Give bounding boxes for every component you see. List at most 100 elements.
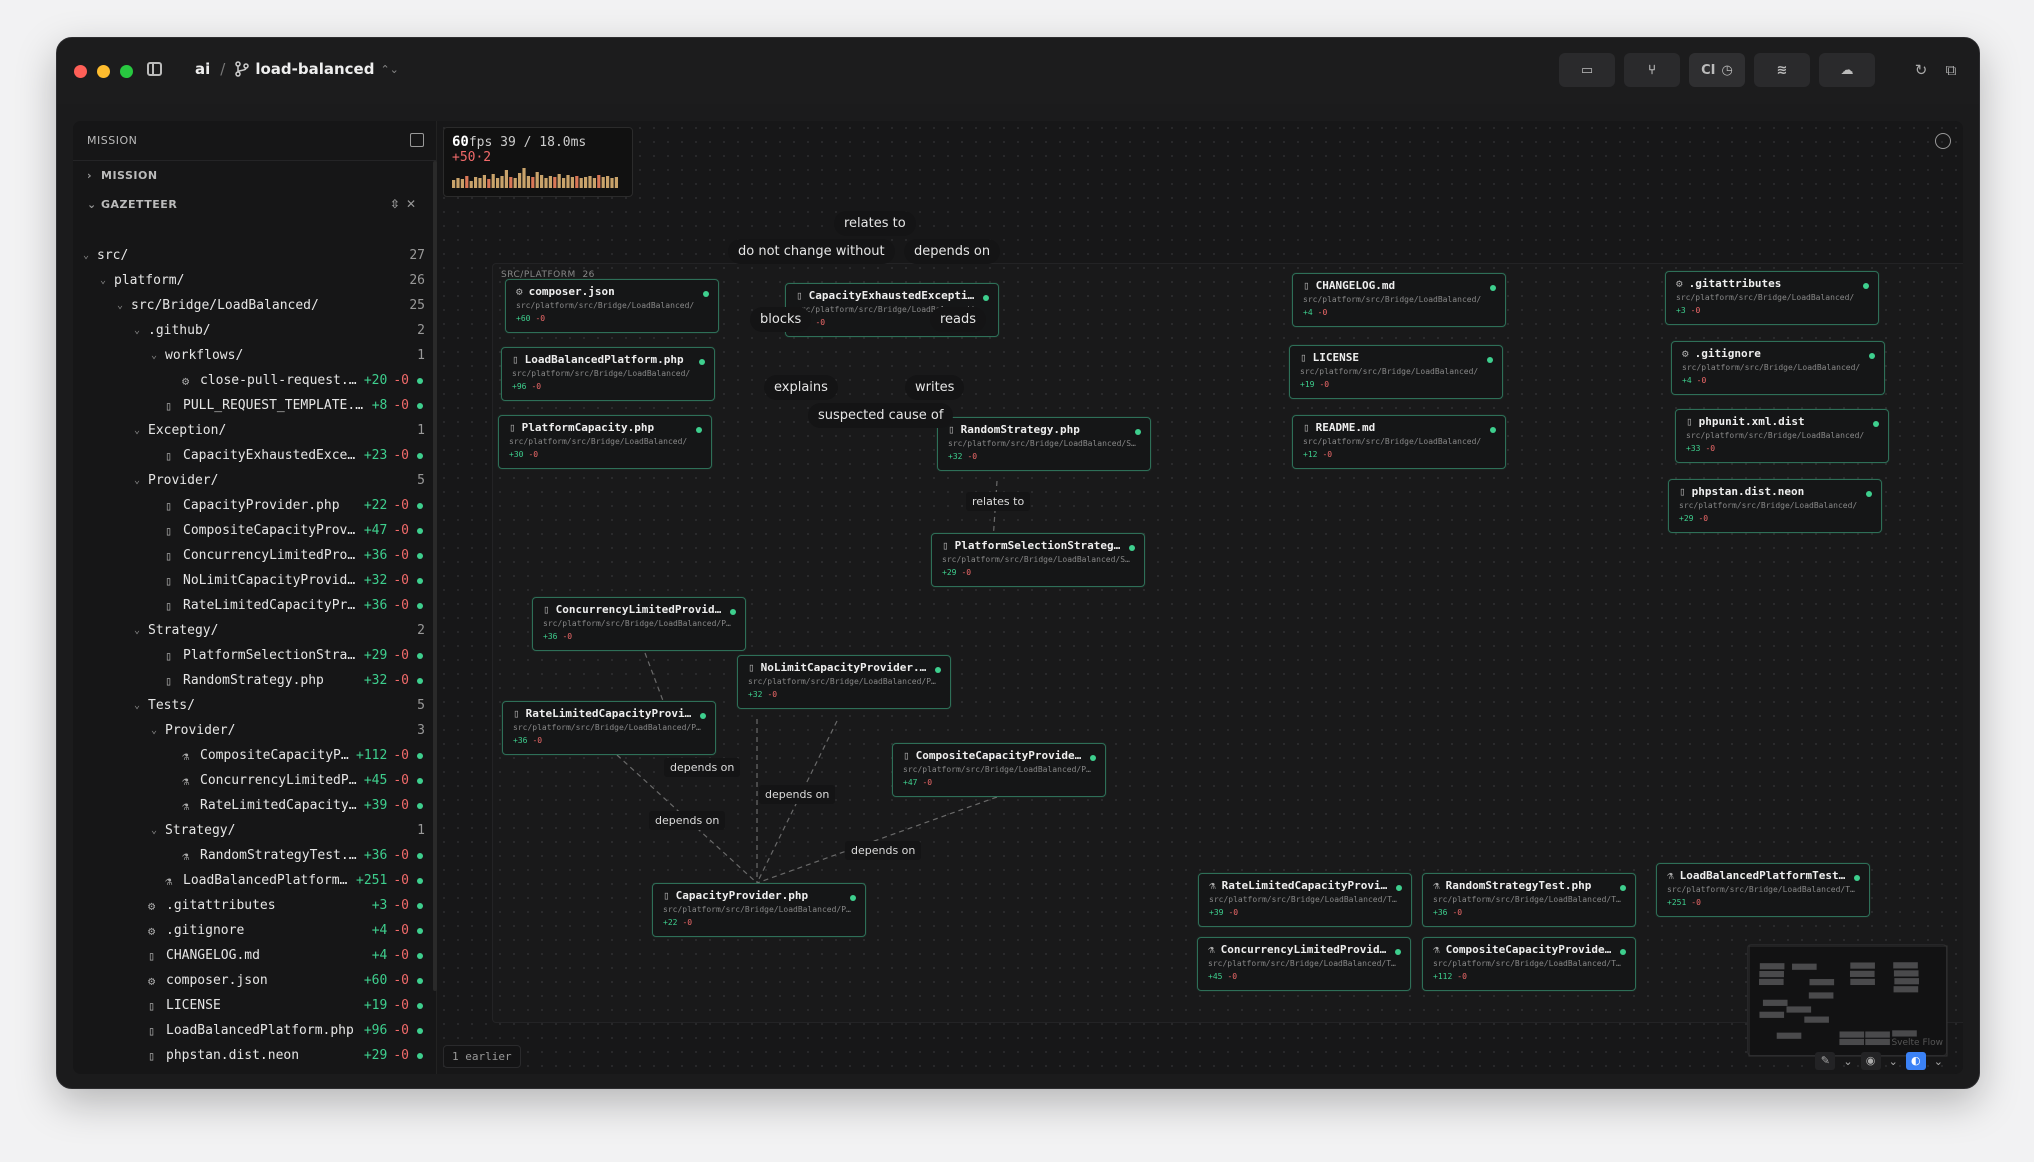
- tree-folder[interactable]: ⌄ Strategy/1: [73, 818, 429, 843]
- tree-folder[interactable]: ⌄ platform/26: [73, 268, 429, 293]
- theme-button[interactable]: ◐: [1905, 1052, 1926, 1070]
- graph-node[interactable]: ⚙ .gitattributes src/platform/src/Bridge/L…: [1665, 271, 1879, 325]
- graph-node[interactable]: ▯ CapacityProvider.php src/platform/src/Br…: [652, 883, 866, 937]
- node-stats: +29 -0: [1679, 514, 1871, 523]
- graph-node[interactable]: ▯ RateLimitedCapacityProvi… src/platform/s…: [502, 701, 716, 755]
- graph-node[interactable]: ▯ NoLimitCapacityProvider.… src/platform/s…: [737, 655, 951, 709]
- graph-node[interactable]: ⚗ RateLimitedCapacityProvi… src/platform/s…: [1198, 873, 1412, 927]
- node-path: src/platform/src/Bridge/LoadBalanced/: [1303, 295, 1482, 304]
- tree-folder[interactable]: ⌄ .github/2: [73, 318, 429, 343]
- graph-node[interactable]: ⚗ RandomStrategyTest.php src/platform/src/…: [1422, 873, 1636, 927]
- tree-file[interactable]: ▯ LICENSE +19 -0: [73, 993, 429, 1018]
- edge-label[interactable]: explains: [764, 375, 838, 400]
- edge-label[interactable]: suspected cause of: [808, 403, 954, 428]
- edge-label[interactable]: writes: [905, 375, 965, 400]
- tree-file[interactable]: ▯ CompositeCapacityProvi… +47 -0: [73, 518, 429, 543]
- tree-file[interactable]: ▯ PlatformSelectionStrat… +29 -0: [73, 643, 429, 668]
- tree-file[interactable]: ⚗ RateLimitedCapacityP… +39 -0: [73, 793, 429, 818]
- tree-folder[interactable]: ⌄ src/27: [73, 243, 429, 268]
- graph-node[interactable]: ⚙ .gitignore src/platform/src/Bridge/LoadB…: [1671, 341, 1885, 395]
- layout-button[interactable]: ◉: [1860, 1052, 1881, 1070]
- tree-file[interactable]: ▯ CapacityExhaustedExcep… +23 -0: [73, 443, 429, 468]
- tree-file[interactable]: ▯ RandomStrategy.php +32 -0: [73, 668, 429, 693]
- chevron-down-icon[interactable]: ⌄: [1934, 1055, 1943, 1068]
- section-mission[interactable]: › MISSION: [73, 161, 436, 190]
- graph-node[interactable]: ▯ phpunit.xml.dist src/platform/src/Bridge…: [1675, 409, 1889, 463]
- collapse-panel-icon[interactable]: [410, 133, 424, 147]
- chevron-down-icon[interactable]: ⌄: [1889, 1055, 1898, 1068]
- tree-file[interactable]: ▯ PULL_REQUEST_TEMPLATE.md +8 -0: [73, 393, 429, 418]
- tree-file[interactable]: ▯ phpunit.xml.dist +33 -0: [73, 1068, 429, 1074]
- section-gazetteer[interactable]: ⌄ GAZETTEER ⇳✕: [73, 190, 436, 219]
- graph-node[interactable]: ⚗ CompositeCapacityProvide… src/platform/s…: [1422, 937, 1636, 991]
- tree-folder[interactable]: ⌄ Exception/1: [73, 418, 429, 443]
- graph-canvas[interactable]: 60fps 39 / 18.0ms +50·2 SRC/PLATFORM 26 …: [437, 121, 1963, 1074]
- tree-folder[interactable]: ⌄ Provider/3: [73, 718, 429, 743]
- chevron-down-icon[interactable]: ⌄: [1843, 1055, 1852, 1068]
- graph-node[interactable]: ⚗ LoadBalancedPlatformTest… src/platform/s…: [1656, 863, 1870, 917]
- tree-file[interactable]: ⚗ RandomStrategyTest.p… +36 -0: [73, 843, 429, 868]
- edge-label[interactable]: depends on: [649, 811, 726, 830]
- tree-file[interactable]: ⚙ close-pull-request.y… +20 -0: [73, 368, 429, 393]
- tree-file[interactable]: ▯ CapacityProvider.php +22 -0: [73, 493, 429, 518]
- tree-folder[interactable]: ⌄ src/Bridge/LoadBalanced/25: [73, 293, 429, 318]
- edge-label[interactable]: depends on: [904, 239, 1001, 264]
- edge-label[interactable]: depends on: [759, 785, 836, 804]
- graph-node[interactable]: ▯ PlatformSelectionStrateg… src/platform/s…: [931, 533, 1145, 587]
- tree-folder[interactable]: ⌄ Tests/5: [73, 693, 429, 718]
- graph-node[interactable]: ▯ ConcurrencyLimitedProvid… src/platform/s…: [532, 597, 746, 651]
- terminal-button[interactable]: ▭: [1559, 53, 1615, 87]
- tree-file[interactable]: ⚙ composer.json +60 -0: [73, 968, 429, 993]
- graph-node[interactable]: ▯ phpstan.dist.neon src/platform/src/Bridg…: [1668, 479, 1882, 533]
- open-external-icon[interactable]: ⧉: [1943, 62, 1959, 78]
- expand-all-icon[interactable]: ⇳: [390, 197, 406, 211]
- cloud-button[interactable]: ☁: [1819, 53, 1875, 87]
- deletions-count: -0: [393, 923, 409, 938]
- sidebar-toggle-icon[interactable]: [147, 62, 162, 76]
- edge-label[interactable]: depends on: [664, 758, 741, 777]
- minimize-window-button[interactable]: [97, 65, 110, 78]
- test-file-icon: ⚗: [1433, 943, 1440, 956]
- refresh-icon[interactable]: ↻: [1913, 62, 1929, 78]
- edit-mode-button[interactable]: ✎: [1815, 1052, 1836, 1070]
- close-window-button[interactable]: [74, 65, 87, 78]
- tree-file[interactable]: ▯ RateLimitedCapacityPro… +36 -0: [73, 593, 429, 618]
- graph-node[interactable]: ⚗ ConcurrencyLimitedProvid… src/platform/s…: [1197, 937, 1411, 991]
- graph-node[interactable]: ▯ CHANGELOG.md src/platform/src/Bridge/Loa…: [1292, 273, 1506, 327]
- edge-label[interactable]: reads: [930, 307, 987, 332]
- tree-folder[interactable]: ⌄ workflows/1: [73, 343, 429, 368]
- node-title-row: ▯ README.md: [1303, 421, 1481, 434]
- tree-folder[interactable]: ⌄ Provider/5: [73, 468, 429, 493]
- edge-label[interactable]: do not change without: [728, 239, 895, 264]
- workspace-name[interactable]: ai: [195, 60, 210, 78]
- pull-request-button[interactable]: ⑂: [1624, 53, 1680, 87]
- earlier-button[interactable]: 1 earlier: [443, 1045, 521, 1068]
- tree-file[interactable]: ⚗ ConcurrencyLimitedPr… +45 -0: [73, 768, 429, 793]
- edge-label[interactable]: depends on: [845, 841, 922, 860]
- tree-file[interactable]: ⚗ CompositeCapacityPr… +112 -0: [73, 743, 429, 768]
- tree-file[interactable]: ▯ LoadBalancedPlatform.php +96 -0: [73, 1018, 429, 1043]
- tree-file[interactable]: ▯ ConcurrencyLimitedProv… +36 -0: [73, 543, 429, 568]
- graph-node[interactable]: ▯ PlatformCapacity.php src/platform/src/Br…: [498, 415, 712, 469]
- graph-node[interactable]: ▯ LoadBalancedPlatform.php src/platform/sr…: [501, 347, 715, 401]
- tree-file[interactable]: ⚙ .gitattributes +3 -0: [73, 893, 429, 918]
- zoom-window-button[interactable]: [120, 65, 133, 78]
- graph-node[interactable]: ▯ README.md src/platform/src/Bridge/LoadBa…: [1292, 415, 1506, 469]
- tree-file[interactable]: ▯ phpstan.dist.neon +29 -0: [73, 1043, 429, 1068]
- layers-button[interactable]: ≋: [1754, 53, 1810, 87]
- edge-label[interactable]: relates to: [966, 492, 1031, 511]
- graph-node[interactable]: ▯ CompositeCapacityProvide… src/platform/s…: [892, 743, 1106, 797]
- graph-node[interactable]: ▯ LICENSE src/platform/src/Bridge/LoadBala…: [1289, 345, 1503, 399]
- tree-file[interactable]: ▯ CHANGELOG.md +4 -0: [73, 943, 429, 968]
- graph-node[interactable]: ▯ RandomStrategy.php src/platform/src/Brid…: [937, 417, 1151, 471]
- edge-label[interactable]: relates to: [834, 211, 916, 236]
- tree-folder[interactable]: ⌄ Strategy/2: [73, 618, 429, 643]
- tree-file[interactable]: ▯ NoLimitCapacityProvide… +32 -0: [73, 568, 429, 593]
- ci-button[interactable]: CI ◷: [1689, 53, 1745, 87]
- tree-file[interactable]: ⚙ .gitignore +4 -0: [73, 918, 429, 943]
- edge-label[interactable]: blocks: [750, 307, 812, 332]
- collapse-all-icon[interactable]: ✕: [406, 197, 422, 211]
- graph-node[interactable]: ⚙ composer.json src/platform/src/Bridge/Lo…: [505, 279, 719, 333]
- branch-selector[interactable]: load-balanced ⌃⌄: [235, 60, 399, 78]
- tree-file[interactable]: ⚗ LoadBalancedPlatformT… +251 -0: [73, 868, 429, 893]
